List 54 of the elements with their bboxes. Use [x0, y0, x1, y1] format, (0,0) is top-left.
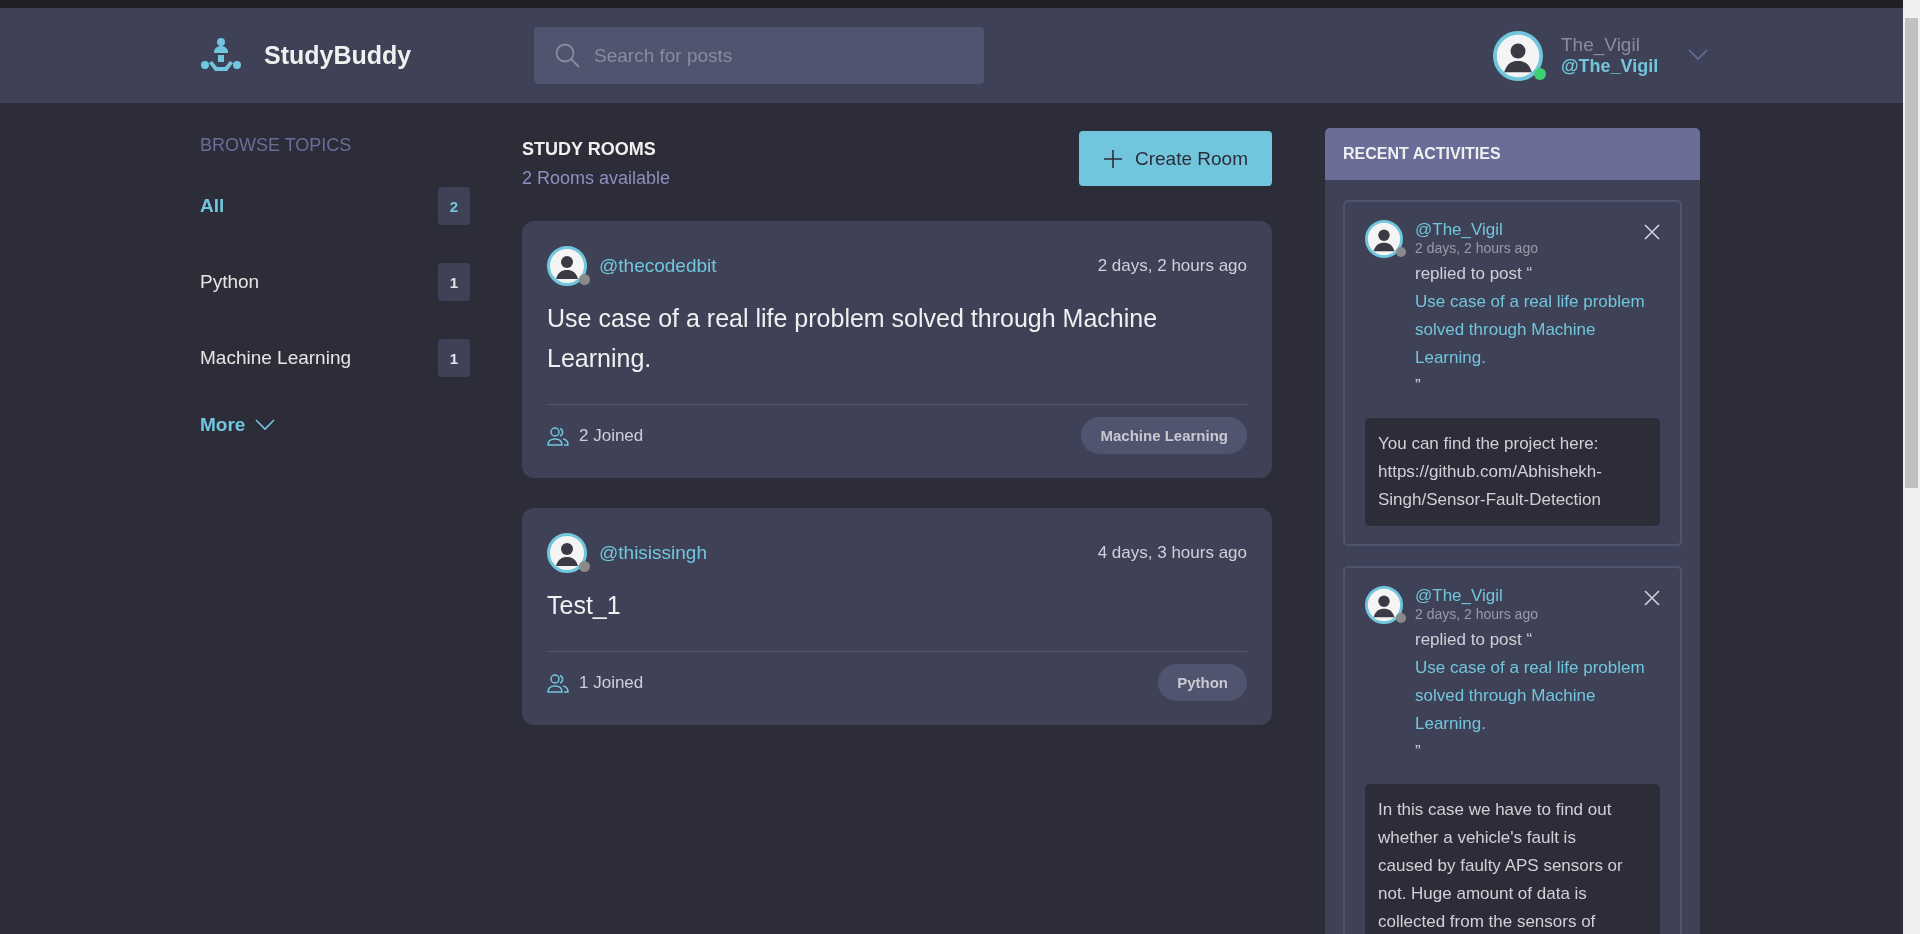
avatar[interactable]: [1365, 220, 1403, 258]
section-title: BROWSE TOPICS: [200, 135, 353, 156]
post-time: 2 days, 2 hours ago: [1097, 256, 1247, 276]
reply-text: You can find the project here: https://github.com/Abhishekh-Singh/Sensor-Fault-Detection: [1365, 418, 1660, 526]
user-name: The_Vigil: [1561, 34, 1641, 56]
rooms-count: 2 Rooms available: [522, 168, 671, 189]
logo-text[interactable]: StudyBuddy: [264, 41, 412, 70]
panel-title: RECENT ACTIVITIES: [1325, 128, 1700, 180]
topic-link[interactable]: Python: [200, 271, 260, 293]
joined-count: 2 Joined: [579, 425, 644, 446]
reply-text: In this case we have to find out whether a vehicle's fault is caused by faulty APS sensors or not. Huge amount of data is collected from the sensors of: [1365, 784, 1660, 934]
room-title[interactable]: Use case of a real life problem solved through Machine Learning.: [547, 298, 1227, 378]
close-button[interactable]: [1644, 590, 1660, 606]
activity-time: 2 days, 2 hours ago: [1415, 240, 1539, 256]
dropdown-caret-icon: [1688, 48, 1709, 61]
closing-quote: ”: [1415, 741, 1422, 763]
close-icon: [1644, 224, 1660, 240]
topic-tag[interactable]: Machine Learning: [1081, 417, 1247, 454]
activity-time: 2 days, 2 hours ago: [1415, 606, 1539, 622]
create-room-button[interactable]: Create Room: [1079, 131, 1272, 186]
avatar[interactable]: [547, 533, 587, 573]
joined-count: 1 Joined: [579, 672, 644, 693]
avatar[interactable]: [1493, 30, 1543, 81]
close-button[interactable]: [1644, 224, 1660, 240]
topic-count: 1: [438, 339, 470, 377]
post-link[interactable]: Use case of a real life problem solved through Machine Learning.: [1415, 288, 1660, 372]
host-name[interactable]: @thecodedbit: [599, 255, 717, 277]
post-link[interactable]: Use case of a real life problem solved through Machine Learning.: [1415, 654, 1660, 738]
activity-action: replied to post “: [1415, 263, 1534, 285]
search-icon: [554, 42, 580, 68]
user-handle[interactable]: @The_Vigil: [1561, 56, 1659, 77]
avatar[interactable]: [1365, 586, 1403, 624]
activity-user[interactable]: @The_Vigil: [1415, 220, 1660, 240]
scrollbar[interactable]: [1903, 0, 1920, 934]
topic-count: 1: [438, 263, 470, 301]
people-icon: [547, 672, 569, 693]
people-icon: [547, 425, 569, 446]
post-time: 4 days, 3 hours ago: [1097, 543, 1247, 563]
activity-action: replied to post “: [1415, 629, 1534, 651]
room-title[interactable]: Test_1: [547, 585, 1227, 625]
avatar[interactable]: [547, 246, 587, 286]
topic-count: 2: [438, 187, 470, 225]
topic-tag[interactable]: Python: [1158, 664, 1247, 701]
topic-link[interactable]: All: [200, 195, 225, 217]
activity-user[interactable]: @The_Vigil: [1415, 586, 1660, 606]
close-icon: [1644, 590, 1660, 606]
closing-quote: ”: [1415, 375, 1422, 397]
search-field[interactable]: Search for posts: [534, 27, 984, 84]
host-name[interactable]: @thisissingh: [599, 542, 707, 564]
plus-icon: [1103, 148, 1123, 169]
chevron-down-icon: [255, 419, 276, 431]
topic-link[interactable]: Machine Learning: [200, 347, 352, 369]
section-title: STUDY ROOMS: [522, 139, 657, 160]
more-button[interactable]: More: [200, 414, 276, 436]
